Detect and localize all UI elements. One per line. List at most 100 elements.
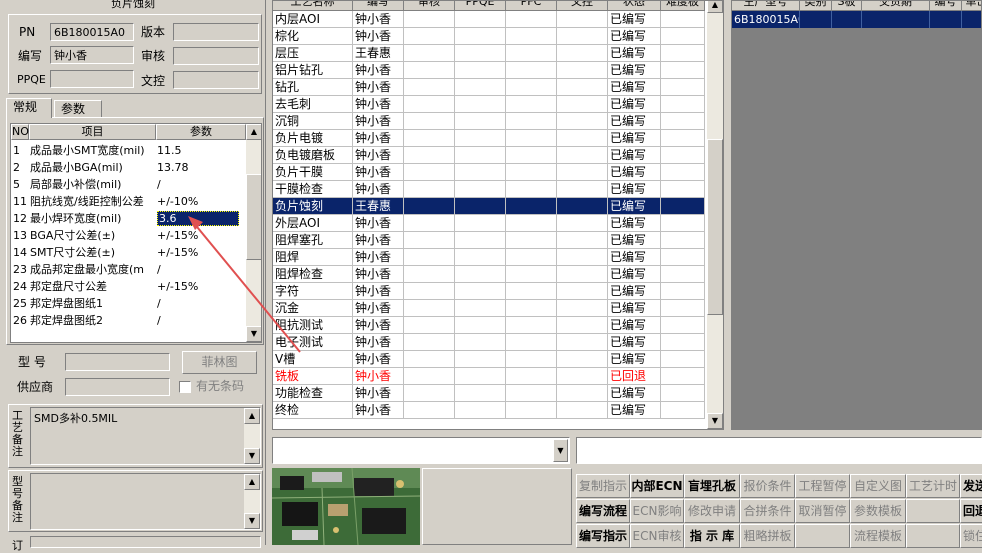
scroll-thumb[interactable] [707,139,723,315]
action-button[interactable]: 合拼条件 [740,499,795,523]
pn-field[interactable]: 6B180015A0 [50,23,134,41]
process-row[interactable]: V槽 钟小香 已编写 [273,351,705,368]
process-row[interactable]: 铝片钻孔 钟小香 已编写 [273,62,705,79]
process-col-header[interactable]: 审核 [404,1,455,11]
action-button[interactable]: 复制指示 [576,474,630,498]
action-button[interactable]: ECN审核 [630,524,684,548]
action-button[interactable]: 报价条件 [740,474,795,498]
process-note-field[interactable]: SMD多补0.5MIL ▲ ▼ [30,407,261,465]
bottom-cut-field[interactable] [30,536,261,548]
tab-params[interactable]: 参数 [54,100,102,118]
process-row[interactable]: 内层AOI 钟小香 已编写 [273,11,705,28]
action-button[interactable]: 参数模板 [850,499,906,523]
process-scrollbar[interactable]: ▲ ▼ [707,1,723,429]
process-row[interactable]: 阻焊检查 钟小香 已编写 [273,266,705,283]
process-row[interactable]: 沉金 钟小香 已编写 [273,300,705,317]
process-row[interactable]: 铣板 钟小香 已回退 [273,368,705,385]
filmap-button[interactable]: 菲林图 [182,351,257,374]
order-grid[interactable]: 生产型号类别S板交货期编号单击 6B180015A0 [731,0,982,430]
process-col-header[interactable]: 文控 [557,1,608,11]
model-note-field[interactable]: ▲ ▼ [30,473,261,530]
param-scrollbar[interactable]: ▲ ▼ [246,124,261,342]
action-button[interactable] [906,524,960,548]
param-row[interactable]: 12 最小焊环宽度(mil) 3.6 [11,210,246,227]
param-row[interactable]: 11 阻抗线宽/线距控制公差 +/-10% [11,193,246,210]
process-row[interactable]: 干膜检查 钟小香 已编写 [273,181,705,198]
process-row[interactable]: 阻焊塞孔 钟小香 已编写 [273,232,705,249]
splitter[interactable] [726,0,730,432]
order-col-header[interactable]: 生产型号 [732,1,800,11]
process-row[interactable]: 负片干膜 钟小香 已编写 [273,164,705,181]
process-row[interactable]: 字符 钟小香 已编写 [273,283,705,300]
combo-right[interactable] [576,437,982,464]
doc-control-field[interactable] [173,71,259,89]
process-row[interactable]: 阻焊 钟小香 已编写 [273,249,705,266]
scroll-down-icon[interactable]: ▼ [244,448,260,464]
action-button[interactable]: 编写流程 [576,499,630,523]
combo-left[interactable]: ▼ [272,437,570,464]
dropdown-arrow-icon[interactable]: ▼ [553,439,568,462]
action-button[interactable]: 取消暂停 [795,499,850,523]
author-field[interactable]: 钟小香 [50,46,134,64]
process-row[interactable]: 外层AOI 钟小香 已编写 [273,215,705,232]
process-row[interactable]: 负电镀磨板 钟小香 已编写 [273,147,705,164]
process-col-header[interactable]: 难度板 [661,1,705,11]
model-note-scrollbar[interactable]: ▲ ▼ [244,474,260,529]
process-row[interactable]: 电子测试 钟小香 已编写 [273,334,705,351]
process-col-header[interactable]: PFC [506,1,557,11]
scroll-up-icon[interactable]: ▲ [246,124,261,140]
scroll-down-icon[interactable]: ▼ [707,413,723,429]
process-grid[interactable]: 工艺名称 编写 审核 PPQE PFC 文控 状态 难度板 内层AOI 钟小香 已编写 棕化 钟小香已… [272,0,724,430]
process-col-header[interactable]: 编写 [353,1,404,11]
process-row[interactable]: 层压 王春惠 已编写 [273,45,705,62]
param-row[interactable]: 23 成品邦定盘最小宽度(m / [11,261,246,278]
process-note-scrollbar[interactable]: ▲ ▼ [244,408,260,464]
order-col-header[interactable]: 交货期 [862,1,930,11]
supplier-field[interactable] [65,378,170,396]
process-row[interactable]: 沉铜 钟小香 已编写 [273,113,705,130]
action-button[interactable]: 修改申请 [684,499,740,523]
param-row[interactable]: 24 邦定盘尺寸公差 +/-15% [11,278,246,295]
scroll-up-icon[interactable]: ▲ [244,474,260,490]
action-button[interactable]: 工艺计时 [906,474,960,498]
action-button[interactable]: ECN影响 [630,499,684,523]
param-col-item[interactable]: 项目 [29,124,156,140]
param-col-no[interactable]: NO [11,124,29,140]
param-row[interactable]: 2 成品最小BGA(mil) 13.78 [11,159,246,176]
order-col-header[interactable]: 编号 [930,1,962,11]
param-row[interactable]: 26 邦定焊盘图纸2 / [11,312,246,329]
process-row[interactable]: 负片电镀 钟小香 已编写 [273,130,705,147]
action-button[interactable]: 指 示 库 [684,524,740,548]
scroll-down-icon[interactable]: ▼ [244,513,260,529]
action-button[interactable]: 编写指示 [576,524,630,548]
order-col-header[interactable]: 单击 [962,1,981,11]
scroll-up-icon[interactable]: ▲ [244,408,260,424]
process-col-header[interactable]: 工艺名称 [273,1,353,11]
ppqe-field[interactable] [50,70,134,88]
action-button[interactable]: 自定义图 [850,474,906,498]
action-button[interactable]: 工程暂停 [795,474,850,498]
param-row[interactable]: 5 局部最小补偿(mil) / [11,176,246,193]
order-col-header[interactable]: 类别 [800,1,832,11]
order-row[interactable]: 6B180015A0 [732,11,981,28]
barcode-checkbox[interactable] [179,381,191,393]
action-button[interactable]: 流程模板 [850,524,906,548]
process-row[interactable]: 负片蚀刻 王春惠 已编写 [273,198,705,215]
process-row[interactable]: 去毛刺 钟小香 已编写 [273,96,705,113]
scroll-down-icon[interactable]: ▼ [246,326,261,342]
action-button[interactable] [906,499,960,523]
order-col-header[interactable]: S板 [832,1,862,11]
process-row[interactable]: 钻孔 钟小香 已编写 [273,79,705,96]
action-button[interactable]: 发送 [960,474,982,498]
action-button[interactable]: 内部ECN [630,474,684,498]
action-button[interactable]: 粗略拼板 [740,524,795,548]
tab-general[interactable]: 常规 [6,98,52,118]
param-row[interactable]: 14 SMT尺寸公差(±) +/-15% [11,244,246,261]
action-button[interactable] [795,524,850,548]
scroll-thumb[interactable] [246,174,261,260]
param-row[interactable]: 25 邦定焊盘图纸1 / [11,295,246,312]
action-button[interactable]: 锁住 [960,524,982,548]
param-grid[interactable]: NO 项目 参数 1 成品最小SMT宽度(mil) 11.5 2 成品最小BGA(mil… [10,123,262,343]
process-row[interactable]: 阻抗测试 钟小香 已编写 [273,317,705,334]
version-field[interactable] [173,23,259,41]
